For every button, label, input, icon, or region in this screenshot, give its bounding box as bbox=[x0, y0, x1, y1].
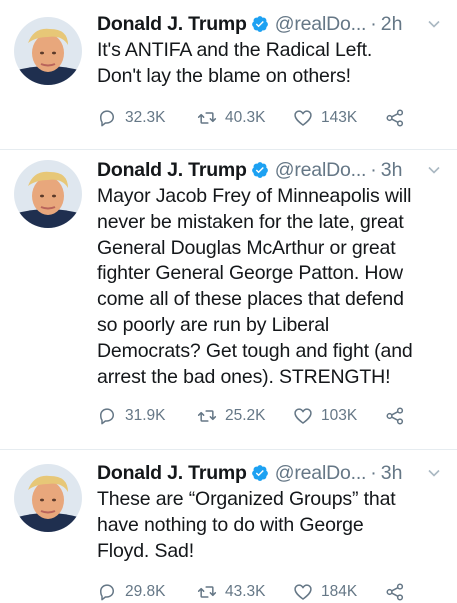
reply-button[interactable]: 31.9K bbox=[97, 406, 197, 426]
like-button[interactable]: 103K bbox=[293, 406, 385, 426]
verified-badge-icon bbox=[251, 161, 269, 179]
separator-dot: · bbox=[370, 462, 377, 484]
tweet-header: Donald J. Trump @realDo... · 3h bbox=[97, 158, 445, 182]
tweet[interactable]: Donald J. Trump @realDo... · 2h It's ANT… bbox=[0, 0, 457, 150]
retweet-icon bbox=[197, 111, 217, 124]
tweet[interactable]: Donald J. Trump @realDo... · 3h Mayor Ja… bbox=[0, 150, 457, 450]
tweet-text: Mayor Jacob Frey of Minneapolis will nev… bbox=[97, 185, 413, 388]
like-button[interactable]: 143K bbox=[293, 108, 385, 128]
tweet-header: Donald J. Trump @realDo... · 3h bbox=[97, 461, 445, 485]
tweet-text: It's ANTIFA and the Radical Left. Don't … bbox=[97, 39, 373, 87]
retweet-button[interactable]: 43.3K bbox=[197, 582, 293, 602]
tweet-header: Donald J. Trump @realDo... · 2h bbox=[97, 12, 445, 36]
display-name[interactable]: Donald J. Trump bbox=[97, 158, 247, 182]
reply-button[interactable]: 32.3K bbox=[97, 108, 197, 128]
user-handle[interactable]: @realDo... bbox=[275, 12, 367, 36]
retweet-count: 43.3K bbox=[225, 583, 266, 601]
retweet-button[interactable]: 40.3K bbox=[197, 108, 293, 128]
like-count: 184K bbox=[321, 583, 358, 601]
share-icon bbox=[386, 583, 404, 601]
chevron-down-icon[interactable] bbox=[427, 466, 441, 480]
like-button[interactable]: 184K bbox=[293, 582, 385, 602]
reply-icon bbox=[100, 584, 114, 601]
retweet-icon bbox=[197, 410, 217, 423]
reply-count: 29.8K bbox=[125, 583, 166, 601]
reply-icon bbox=[100, 110, 114, 127]
timestamp[interactable]: 3h bbox=[381, 461, 403, 485]
verified-badge-icon bbox=[251, 464, 269, 482]
avatar-image bbox=[14, 17, 82, 85]
tweet-actions: 32.3K 40.3K 143K bbox=[97, 107, 445, 129]
retweet-icon bbox=[197, 586, 217, 599]
reply-count: 31.9K bbox=[125, 407, 166, 425]
timestamp[interactable]: 3h bbox=[381, 158, 403, 182]
chevron-down-icon[interactable] bbox=[427, 163, 441, 177]
share-button[interactable] bbox=[385, 582, 405, 602]
separator-dot: · bbox=[370, 159, 377, 181]
like-count: 143K bbox=[321, 108, 358, 126]
avatar[interactable] bbox=[14, 17, 82, 85]
verified-badge-icon bbox=[251, 15, 269, 33]
reply-button[interactable]: 29.8K bbox=[97, 582, 197, 602]
share-icon bbox=[386, 109, 404, 127]
retweet-count: 25.2K bbox=[225, 407, 266, 425]
tweet[interactable]: Donald J. Trump @realDo... · 3h These ar… bbox=[0, 450, 457, 602]
tweet-text: These are “Organized Groups” that have n… bbox=[97, 488, 396, 562]
share-button[interactable] bbox=[385, 108, 405, 128]
avatar-image bbox=[14, 160, 82, 228]
avatar-image bbox=[14, 464, 82, 532]
user-handle[interactable]: @realDo... bbox=[275, 461, 367, 485]
user-handle[interactable]: @realDo... bbox=[275, 158, 367, 182]
like-count: 103K bbox=[321, 407, 358, 425]
chevron-down-icon[interactable] bbox=[427, 17, 441, 31]
timestamp[interactable]: 2h bbox=[381, 12, 403, 36]
heart-icon bbox=[294, 584, 312, 601]
reply-count: 32.3K bbox=[125, 108, 166, 126]
display-name[interactable]: Donald J. Trump bbox=[97, 12, 247, 36]
retweet-count: 40.3K bbox=[225, 108, 266, 126]
reply-icon bbox=[100, 408, 114, 425]
heart-icon bbox=[294, 408, 312, 425]
tweet-actions: 31.9K 25.2K 103K bbox=[97, 405, 445, 427]
avatar[interactable] bbox=[14, 160, 82, 228]
avatar[interactable] bbox=[14, 464, 82, 532]
share-button[interactable] bbox=[385, 406, 405, 426]
share-icon bbox=[386, 407, 404, 425]
display-name[interactable]: Donald J. Trump bbox=[97, 461, 247, 485]
heart-icon bbox=[294, 110, 312, 126]
separator-dot: · bbox=[370, 13, 377, 35]
retweet-button[interactable]: 25.2K bbox=[197, 406, 293, 426]
